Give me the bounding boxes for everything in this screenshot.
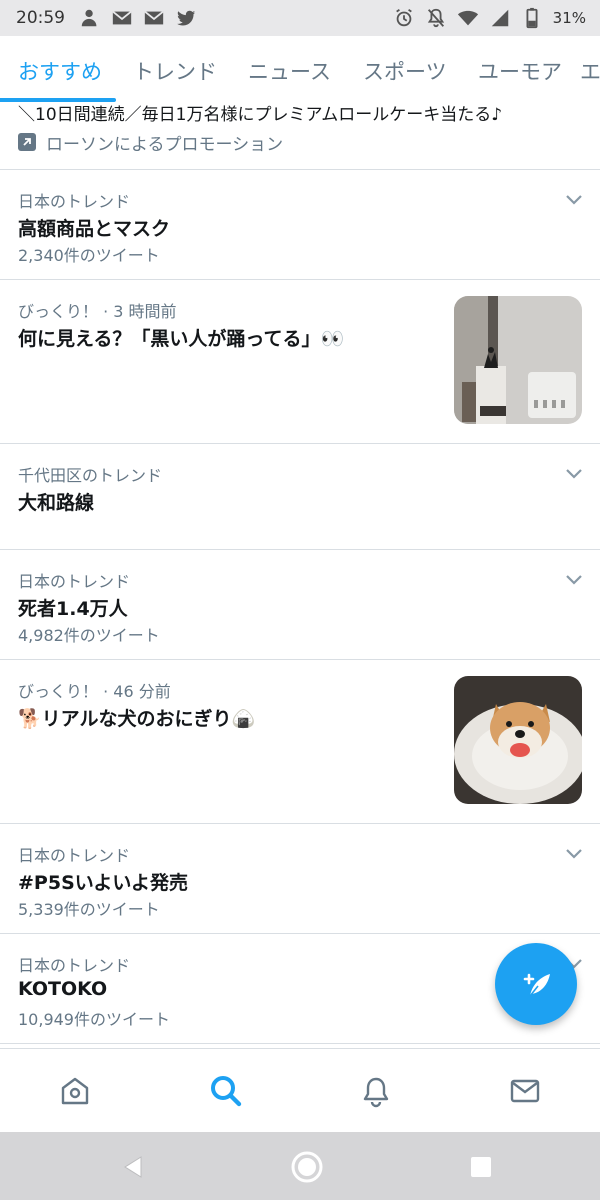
status-time: 20:59 [16,8,65,28]
account-icon [79,7,101,29]
tab-sports[interactable]: スポーツ [363,56,447,86]
alarm-icon [393,7,415,29]
active-tab-indicator [0,98,116,102]
messages-icon [510,1079,540,1103]
trend-title: #P5Sいよいよ発売 [18,872,188,894]
wifi-icon [457,7,479,29]
tab-recommended[interactable]: おすすめ [18,56,102,86]
messages-button[interactable] [503,1069,547,1113]
story-title: 🐕リアルな犬のおにぎり🍙 [18,708,256,730]
compose-tweet-button[interactable] [495,943,577,1025]
back-button[interactable] [116,1150,150,1184]
signal-icon [489,7,511,29]
story-item[interactable]: びっくり！ · 3 時間前 何に見える？「黒い人が踊ってる」👀 [0,280,600,444]
notifications-icon [363,1077,389,1108]
home-button[interactable] [53,1069,97,1113]
back-triangle-icon [124,1156,142,1178]
trend-item[interactable]: 千代田区のトレンド 大和路線 [0,444,600,550]
trend-tweet-count: 10,949件のツイート [18,1010,170,1029]
search-icon [211,1076,242,1107]
story-item[interactable]: びっくり！ · 46 分前 🐕リアルな犬のおにぎり🍙 [0,660,600,824]
trend-title: KOTOKO [18,978,108,1000]
recents-button[interactable] [464,1150,498,1184]
home-circle-icon [291,1151,323,1183]
dancing-figure-image [454,296,582,424]
battery-percent: 31% [552,9,586,27]
trend-tweet-count: 2,340件のツイート [18,246,160,265]
promoted-icon [18,133,36,151]
story-thumbnail [454,676,582,804]
story-thumbnail [454,296,582,424]
story-title: 何に見える？「黒い人が踊ってる」👀 [18,328,345,350]
chevron-down-icon[interactable] [564,846,584,860]
trend-tweet-count: 5,339件のツイート [18,900,160,919]
battery-icon [521,7,543,29]
trend-context: 日本のトレンド [18,192,131,211]
status-bar-right: 31% [393,7,586,29]
trend-context: 千代田区のトレンド [18,466,163,485]
trend-item[interactable]: 日本のトレンド 死者1.4万人 4,982件のツイート [0,550,600,660]
tab-news[interactable]: ニュース [248,56,331,86]
promoted-trend[interactable]: ＼10日間連続／毎日1万名様にプレミアムロールケーキ当たる♪ ローソンによるプロ… [0,104,600,170]
promo-sponsor-row: ローソンによるプロモーション [18,130,284,155]
trends-feed[interactable]: ＼10日間連続／毎日1万名様にプレミアムロールケーキ当たる♪ ローソンによるプロ… [0,104,600,1048]
trend-context: 日本のトレンド [18,846,131,865]
explore-tabs: おすすめ トレンド ニュース スポーツ ユーモア エ [0,36,600,104]
trend-item[interactable]: 日本のトレンド 高額商品とマスク 2,340件のツイート [0,170,600,280]
trend-context: 日本のトレンド [18,572,131,591]
trend-title: 死者1.4万人 [18,598,128,620]
trend-title: 大和路線 [18,492,95,514]
mail-icon [111,7,133,29]
notifications-button[interactable] [354,1069,398,1113]
tab-trends[interactable]: トレンド [133,56,217,86]
promo-text: ＼10日間連続／毎日1万名様にプレミアムロールケーキ当たる♪ [18,105,503,125]
promo-sponsor-label: ローソンによるプロモーション [46,134,284,155]
tab-humor[interactable]: ユーモア [478,56,562,86]
home-icon [61,1077,89,1105]
trend-tweet-count: 4,982件のツイート [18,626,160,645]
bottom-navigation [0,1048,600,1132]
chevron-down-icon[interactable] [564,192,584,206]
story-source: びっくり！ · 3 時間前 [18,302,177,321]
tab-entertainment[interactable]: エ [580,56,600,86]
chevron-down-icon[interactable] [564,466,584,480]
trend-context: 日本のトレンド [18,956,131,975]
status-bar: 20:59 31% [0,0,600,36]
search-button[interactable] [204,1069,248,1113]
dog-onigiri-image [454,676,582,804]
story-source: びっくり！ · 46 分前 [18,682,171,701]
notifications-off-icon [425,7,447,29]
chevron-down-icon[interactable] [564,572,584,586]
mail-icon [143,7,165,29]
twitter-icon [175,7,197,29]
trend-item[interactable]: 日本のトレンド #P5Sいよいよ発売 5,339件のツイート [0,824,600,934]
status-bar-left: 20:59 [16,7,197,29]
trend-title: 高額商品とマスク [18,218,171,240]
home-system-button[interactable] [290,1150,324,1184]
system-navigation-bar [0,1132,600,1200]
compose-feather-icon [523,973,550,997]
recents-square-icon [471,1157,491,1177]
